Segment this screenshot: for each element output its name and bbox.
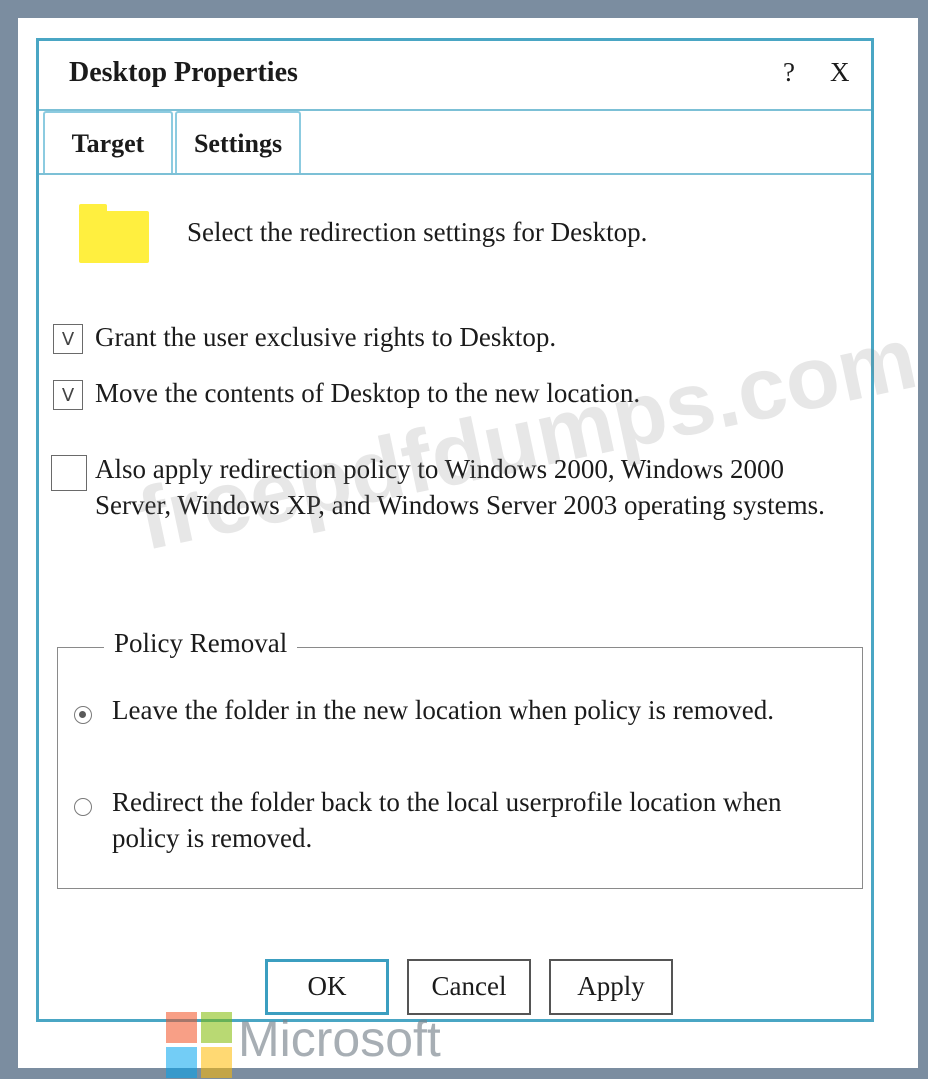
policy-removal-group: Policy Removal Leave the folder in the n…	[57, 628, 863, 889]
help-button[interactable]: ?	[783, 57, 795, 88]
folder-icon	[79, 204, 149, 263]
desktop-properties-dialog: Desktop Properties ? X Target Settings S…	[36, 38, 925, 1022]
microsoft-logo-icon	[166, 1012, 232, 1078]
redirect-back-label: Redirect the folder back to the local us…	[112, 787, 782, 853]
close-button[interactable]: X	[830, 57, 850, 88]
redirect-back-radio[interactable]	[74, 798, 92, 816]
move-contents-label: Move the contents of Desktop to the new …	[95, 378, 641, 408]
policy-removal-legend: Policy Removal	[104, 628, 298, 659]
dialog-title: Desktop Properties	[69, 57, 298, 88]
tab-target[interactable]: Target	[43, 111, 173, 173]
microsoft-logo-text: Microsoft	[238, 1011, 441, 1067]
legacy-os-label: Also apply redirection policy to Windows…	[95, 454, 825, 520]
leave-folder-radio[interactable]	[74, 706, 92, 724]
exclusive-rights-label: Grant the user exclusive rights to Deskt…	[95, 322, 557, 352]
instruction-text: Select the redirection settings for Desk…	[187, 217, 648, 247]
logo-tile-yellow	[201, 1047, 232, 1078]
logo-tile-green	[201, 1012, 232, 1043]
apply-button[interactable]: Apply	[549, 959, 673, 1015]
move-contents-checkbox[interactable]: V	[53, 380, 83, 410]
cancel-button[interactable]: Cancel	[407, 959, 531, 1015]
tab-strip: Target Settings	[39, 111, 871, 175]
tab-settings[interactable]: Settings	[175, 111, 301, 173]
ok-button[interactable]: OK	[265, 959, 389, 1015]
logo-tile-red	[166, 1012, 197, 1043]
title-bar: Desktop Properties ? X	[39, 41, 871, 111]
leave-folder-label: Leave the folder in the new location whe…	[112, 695, 775, 725]
logo-tile-blue	[166, 1047, 197, 1078]
exclusive-rights-checkbox[interactable]: V	[53, 324, 83, 354]
legacy-os-checkbox[interactable]	[51, 455, 87, 491]
